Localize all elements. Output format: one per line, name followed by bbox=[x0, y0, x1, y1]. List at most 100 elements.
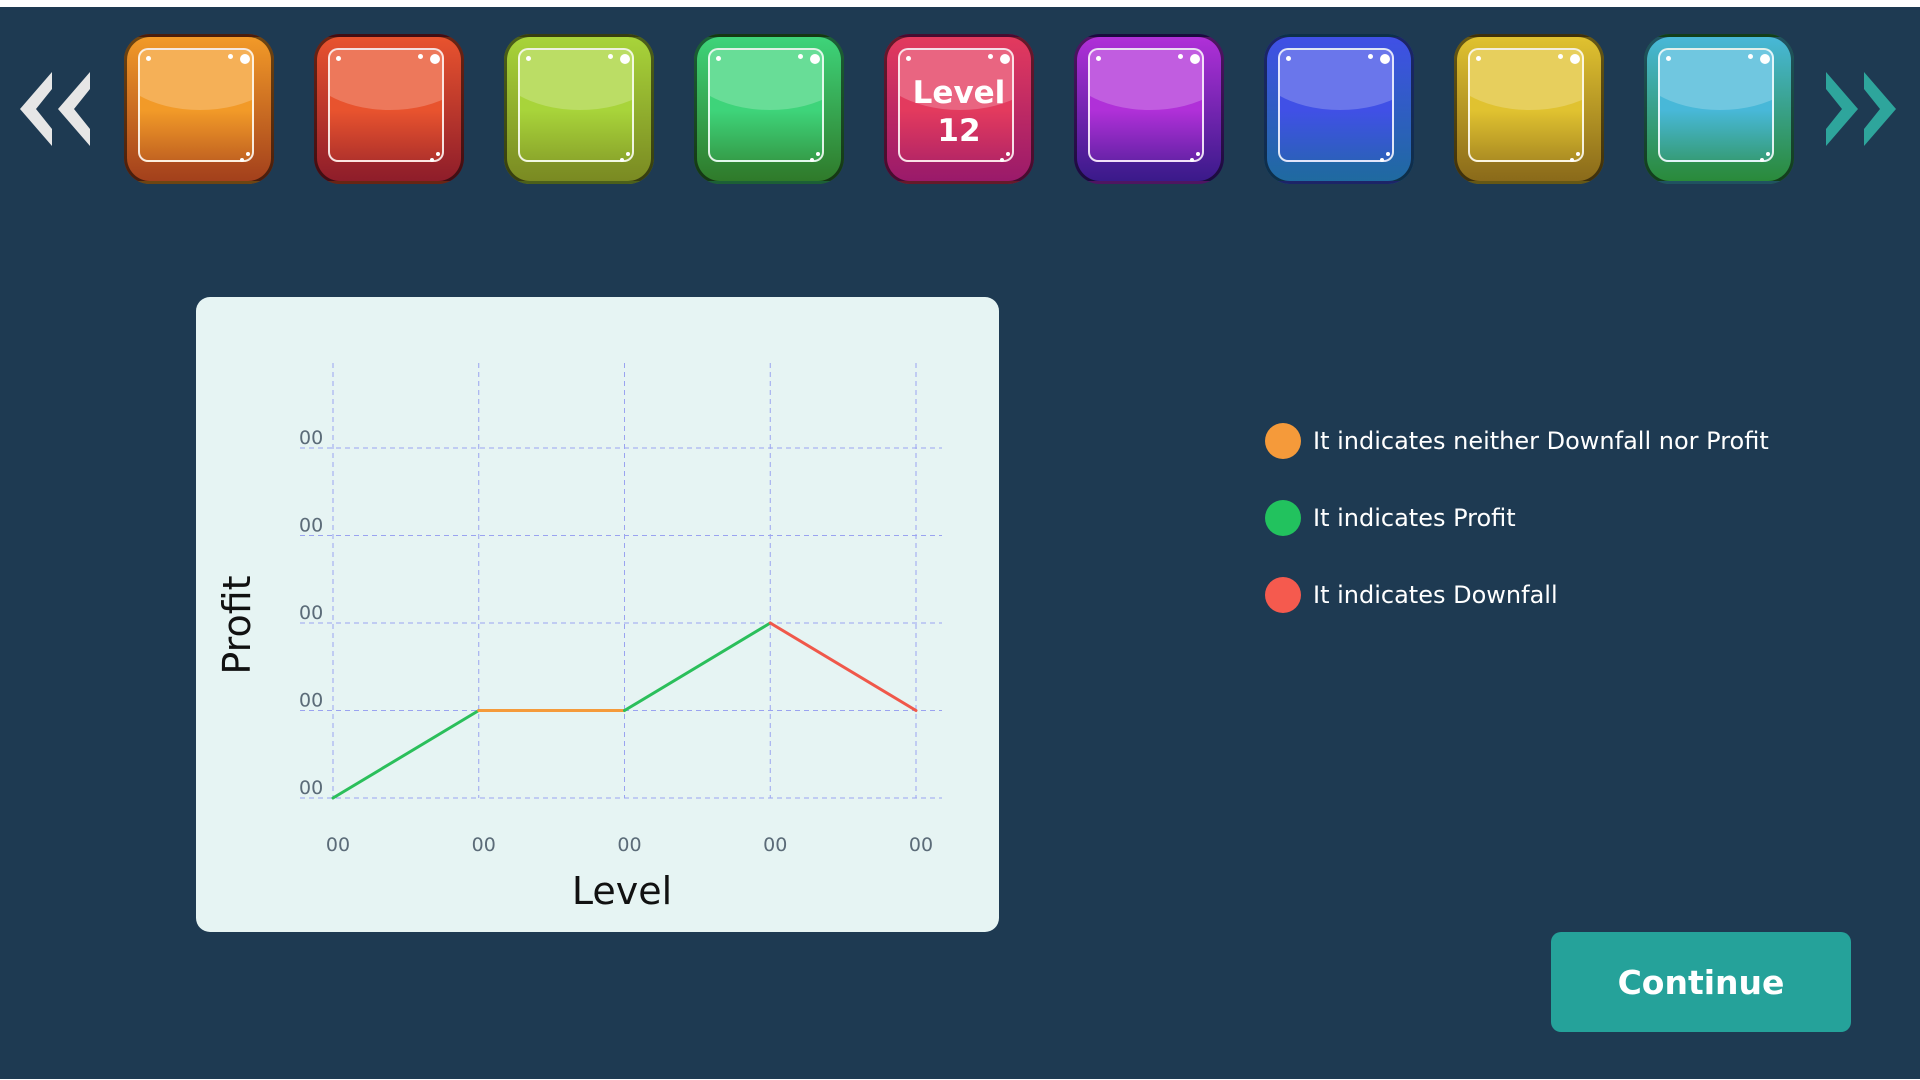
sparkle bbox=[336, 56, 341, 61]
tile-face bbox=[328, 48, 444, 162]
sparkle bbox=[1760, 54, 1770, 64]
x-tick-label: 00 bbox=[326, 834, 350, 856]
sparkle bbox=[1766, 152, 1770, 156]
sparkle bbox=[716, 56, 721, 61]
legend-label: It indicates Downfall bbox=[1313, 581, 1558, 609]
tile-gloss bbox=[330, 50, 442, 110]
x-tick-label: 00 bbox=[909, 834, 933, 856]
legend-label: It indicates neither Downfall nor Profit bbox=[1313, 427, 1769, 455]
sparkle bbox=[1666, 56, 1671, 61]
sparkle bbox=[1286, 56, 1291, 61]
level-tile[interactable] bbox=[1454, 34, 1604, 184]
line-segment bbox=[623, 621, 772, 712]
sparkle bbox=[436, 152, 440, 156]
sparkle bbox=[988, 54, 993, 59]
level-tile[interactable] bbox=[1264, 34, 1414, 184]
tile-face bbox=[1088, 48, 1204, 162]
sparkle bbox=[1368, 54, 1373, 59]
level-tile[interactable] bbox=[504, 34, 654, 184]
tile-gloss bbox=[1280, 50, 1392, 110]
level-word: Level bbox=[912, 75, 1006, 111]
sparkle bbox=[1576, 152, 1580, 156]
level-tile[interactable]: Level 12 bbox=[884, 34, 1034, 184]
x-tick-label: 00 bbox=[472, 834, 496, 856]
sparkle bbox=[240, 158, 244, 162]
line-segment bbox=[331, 709, 481, 800]
sparkle bbox=[418, 54, 423, 59]
chart-card: 00 00 00 00 00 00 00 00 00 00 Level Profit bbox=[196, 297, 999, 932]
sparkle bbox=[1570, 158, 1574, 162]
y-tick-label: 00 bbox=[299, 427, 323, 449]
level-tile[interactable] bbox=[124, 34, 274, 184]
sparkle bbox=[146, 56, 151, 61]
sparkle bbox=[1190, 54, 1200, 64]
level-tile[interactable] bbox=[694, 34, 844, 184]
sparkle bbox=[430, 54, 440, 64]
x-axis-title: Level bbox=[572, 869, 672, 913]
tile-gloss bbox=[520, 50, 632, 110]
y-tick-label: 00 bbox=[299, 777, 323, 799]
x-tick-label: 00 bbox=[617, 834, 641, 856]
y-tick-label: 00 bbox=[299, 515, 323, 537]
tile-gloss bbox=[1660, 50, 1772, 110]
tile-gloss bbox=[1090, 50, 1202, 110]
level-number: 12 bbox=[937, 113, 981, 149]
y-tick-label: 00 bbox=[299, 602, 323, 624]
green-dot-icon bbox=[1265, 500, 1301, 536]
sparkle bbox=[1006, 152, 1010, 156]
tile-face bbox=[1278, 48, 1394, 162]
tile-gloss bbox=[710, 50, 822, 110]
level-tile[interactable] bbox=[1644, 34, 1794, 184]
tile-gloss bbox=[140, 50, 252, 110]
sparkle bbox=[626, 152, 630, 156]
sparkle bbox=[1178, 54, 1183, 59]
sparkle bbox=[1386, 152, 1390, 156]
sparkle bbox=[228, 54, 233, 59]
line-segment bbox=[768, 621, 918, 712]
sparkle bbox=[1096, 56, 1101, 61]
double-chevron-right-icon bbox=[1826, 72, 1896, 146]
tile-face bbox=[708, 48, 824, 162]
orange-dot-icon bbox=[1265, 423, 1301, 459]
level-tile[interactable] bbox=[314, 34, 464, 184]
sparkle bbox=[816, 152, 820, 156]
tile-face bbox=[1658, 48, 1774, 162]
sparkle bbox=[810, 54, 820, 64]
previous-levels-button[interactable] bbox=[16, 69, 96, 151]
sparkle bbox=[906, 56, 911, 61]
current-level-label: Level 12 bbox=[884, 74, 1034, 150]
tile-face bbox=[138, 48, 254, 162]
y-axis-title: Profit bbox=[215, 575, 259, 674]
tile-face bbox=[518, 48, 634, 162]
red-dot-icon bbox=[1265, 577, 1301, 613]
next-levels-button[interactable] bbox=[1822, 69, 1902, 151]
continue-button[interactable]: Continue bbox=[1551, 932, 1851, 1032]
sparkle bbox=[1000, 54, 1010, 64]
sparkle bbox=[1190, 158, 1194, 162]
sparkle bbox=[246, 152, 250, 156]
sparkle bbox=[810, 158, 814, 162]
game-stage: Level 12 00 00 00 00 00 00 00 00 00 00 Level Profit … bbox=[0, 7, 1920, 1080]
level-tile[interactable] bbox=[1074, 34, 1224, 184]
sparkle bbox=[526, 56, 531, 61]
sparkle bbox=[1380, 54, 1390, 64]
sparkle bbox=[430, 158, 434, 162]
tile-gloss bbox=[1470, 50, 1582, 110]
sparkle bbox=[240, 54, 250, 64]
x-tick-label: 00 bbox=[763, 834, 787, 856]
sparkle bbox=[1380, 158, 1384, 162]
y-tick-label: 00 bbox=[299, 690, 323, 712]
sparkle bbox=[1196, 152, 1200, 156]
sparkle bbox=[1760, 158, 1764, 162]
sparkle bbox=[1558, 54, 1563, 59]
sparkle bbox=[620, 54, 630, 64]
profit-line-chart: 00 00 00 00 00 00 00 00 00 00 Level Profit bbox=[215, 363, 942, 913]
double-chevron-left-icon bbox=[20, 72, 90, 146]
sparkle bbox=[1748, 54, 1753, 59]
sparkle bbox=[798, 54, 803, 59]
tile-face bbox=[1468, 48, 1584, 162]
sparkle bbox=[1476, 56, 1481, 61]
sparkle bbox=[1570, 54, 1580, 64]
sparkle bbox=[1000, 158, 1004, 162]
legend-label: It indicates Profit bbox=[1313, 504, 1516, 532]
